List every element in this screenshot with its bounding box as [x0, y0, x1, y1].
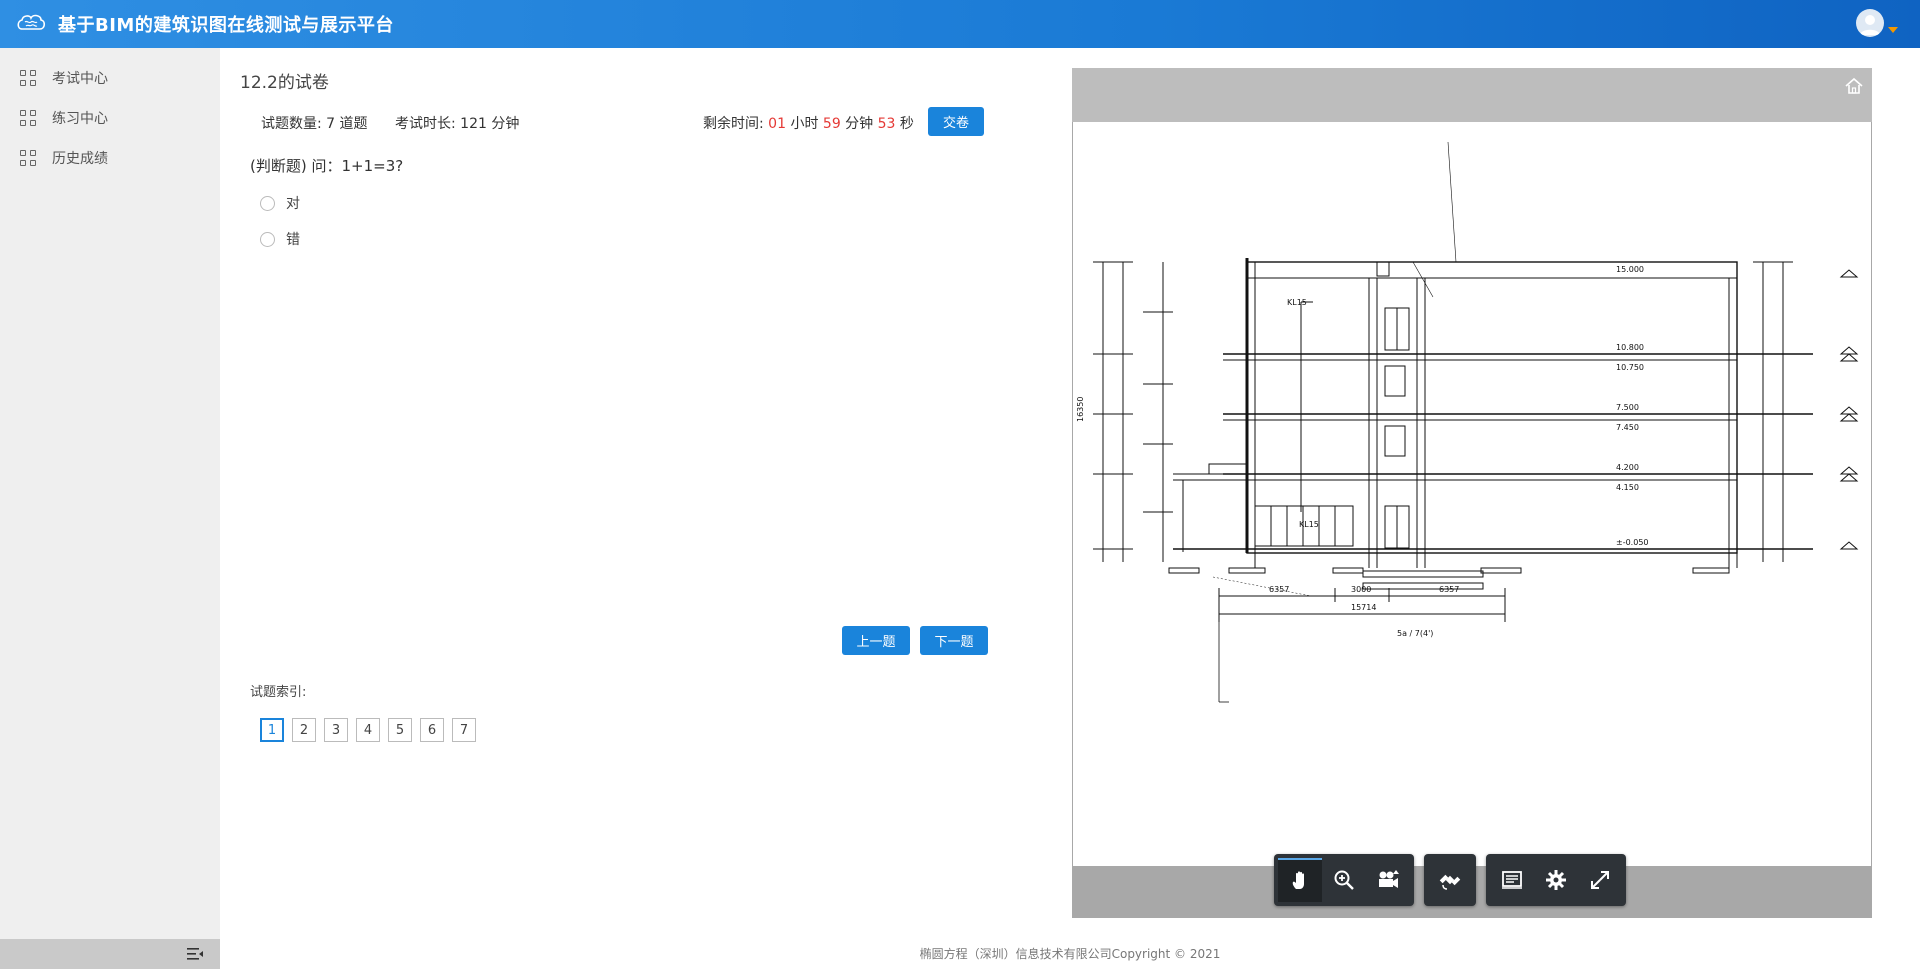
settings-icon [1546, 870, 1566, 890]
user-icon [1860, 15, 1880, 35]
pan-icon [1292, 871, 1304, 889]
toolbar-group-tools [1486, 854, 1626, 906]
option-label: 错 [286, 232, 300, 248]
drawing-dimension-label: 15714 [1351, 603, 1376, 612]
question-index-button[interactable]: 7 [452, 718, 476, 742]
main-content: 12.2的试卷 试题数量: 7 道题 考试时长: 121 分钟 剩余时间: 01… [220, 48, 1920, 969]
question-index-label: 试题索引: [250, 685, 307, 700]
drawing-elevation-label: 10.800 [1616, 343, 1644, 352]
next-question-button[interactable]: 下一题 [920, 626, 988, 655]
fullscreen-icon [1591, 871, 1609, 889]
page-title: 12.2的试卷 [240, 73, 329, 93]
collapse-menu-icon[interactable] [186, 946, 204, 962]
building-section-drawing: 16350 KL15 KL15 15.000 10.800 10.750 7.5… [1076, 141, 1859, 703]
pan-button[interactable] [1278, 858, 1322, 902]
model-tree-button[interactable] [1490, 858, 1534, 902]
fullscreen-button[interactable] [1578, 858, 1622, 902]
radio-button[interactable] [260, 195, 275, 211]
sidebar-footer [0, 939, 220, 969]
zoom-button[interactable] [1322, 858, 1366, 902]
drawing-elevation-label: ±-0.050 [1616, 538, 1649, 547]
zoom-icon [1334, 870, 1354, 890]
countdown-seconds: 53 [877, 116, 896, 132]
user-avatar[interactable] [1856, 9, 1884, 37]
prev-question-button[interactable]: 上一题 [842, 626, 910, 655]
question-count: 试题数量: 7 道题 [261, 116, 368, 132]
submit-exam-button[interactable]: 交卷 [928, 107, 984, 136]
sidebar-item-label: 历史成绩 [52, 151, 108, 167]
drawing-dimension-label: 6357 [1439, 585, 1459, 594]
exam-duration: 考试时长: 121 分钟 [395, 116, 520, 132]
radio-button[interactable] [260, 231, 275, 247]
viewer-toolbar [1274, 854, 1636, 906]
drawing-elevation-label: 15.000 [1616, 265, 1644, 274]
grid-icon [20, 110, 36, 126]
sidebar-item-practice-center[interactable]: 练习中心 [0, 98, 220, 138]
question-index-button[interactable]: 4 [356, 718, 380, 742]
option-false[interactable]: 错 [260, 229, 300, 249]
footer-copyright: 椭圆方程（深圳）信息技术有限公司Copyright © 2021 [919, 947, 1221, 961]
toolbar-group-satellite [1424, 854, 1476, 906]
grid-icon [20, 70, 36, 86]
countdown-minutes: 59 [822, 116, 841, 132]
user-menu-caret-icon[interactable] [1888, 27, 1898, 33]
top-header: 基于BIM的建筑识图在线测试与展示平台 [0, 0, 1920, 48]
question-index-button[interactable]: 6 [420, 718, 444, 742]
drawing-elevation-label: 10.750 [1616, 363, 1644, 372]
countdown-hours-unit: 小时 [786, 116, 823, 132]
question-index-button[interactable]: 1 [260, 718, 284, 742]
sidebar-item-label: 练习中心 [52, 111, 108, 127]
question-index-button[interactable]: 2 [292, 718, 316, 742]
option-label: 对 [286, 196, 300, 212]
drawing-dimension-label: 6357 [1269, 585, 1289, 594]
drawing-elevation-label: 7.450 [1616, 423, 1639, 432]
option-true[interactable]: 对 [260, 193, 300, 213]
countdown-hours: 01 [768, 116, 786, 132]
drawing-kl-label: KL15 [1287, 298, 1307, 307]
countdown-label: 剩余时间: [703, 116, 769, 132]
camera-icon [1379, 870, 1399, 888]
settings-button[interactable] [1534, 858, 1578, 902]
sidebar-item-label: 考试中心 [52, 71, 108, 87]
viewer-top-bar [1072, 68, 1872, 122]
grid-icon [20, 150, 36, 166]
question-index-list: 1 2 3 4 5 6 7 [260, 718, 484, 742]
question-index-button[interactable]: 5 [388, 718, 412, 742]
sidebar: 考试中心 练习中心 历史成绩 [0, 48, 220, 969]
camera-button[interactable] [1366, 858, 1410, 902]
satellite-button[interactable] [1428, 858, 1472, 902]
question-text: (判断题) 问：1+1=3? [250, 157, 404, 175]
drawing-total-height: 16350 [1076, 397, 1085, 422]
app-title: 基于BIM的建筑识图在线测试与展示平台 [58, 15, 394, 36]
drawing-elevation-label: 7.500 [1616, 403, 1639, 412]
drawing-section-name: 5a / 7(4') [1397, 629, 1433, 638]
drawing-elevation-label: 4.200 [1616, 463, 1639, 472]
countdown-seconds-unit: 秒 [895, 116, 914, 132]
bim-viewer[interactable]: 16350 KL15 KL15 15.000 10.800 10.750 7.5… [1072, 68, 1872, 918]
satellite-icon [1439, 874, 1461, 890]
brain-logo-icon [16, 12, 50, 36]
drawing-kl-label: KL15 [1299, 520, 1319, 529]
section-drawing[interactable]: 16350 KL15 KL15 15.000 10.800 10.750 7.5… [1073, 122, 1871, 866]
countdown-timer: 剩余时间: 01 小时 59 分钟 53 秒 [703, 113, 914, 133]
sidebar-item-history-scores[interactable]: 历史成绩 [0, 138, 220, 178]
question-index-button[interactable]: 3 [324, 718, 348, 742]
toolbar-group-navigation [1274, 854, 1414, 906]
model-tree-icon [1502, 871, 1522, 889]
drawing-dimension-label: 3000 [1351, 585, 1371, 594]
sidebar-item-exam-center[interactable]: 考试中心 [0, 58, 220, 98]
drawing-elevation-label: 4.150 [1616, 483, 1639, 492]
countdown-minutes-unit: 分钟 [840, 116, 878, 132]
home-icon[interactable] [1844, 76, 1864, 96]
